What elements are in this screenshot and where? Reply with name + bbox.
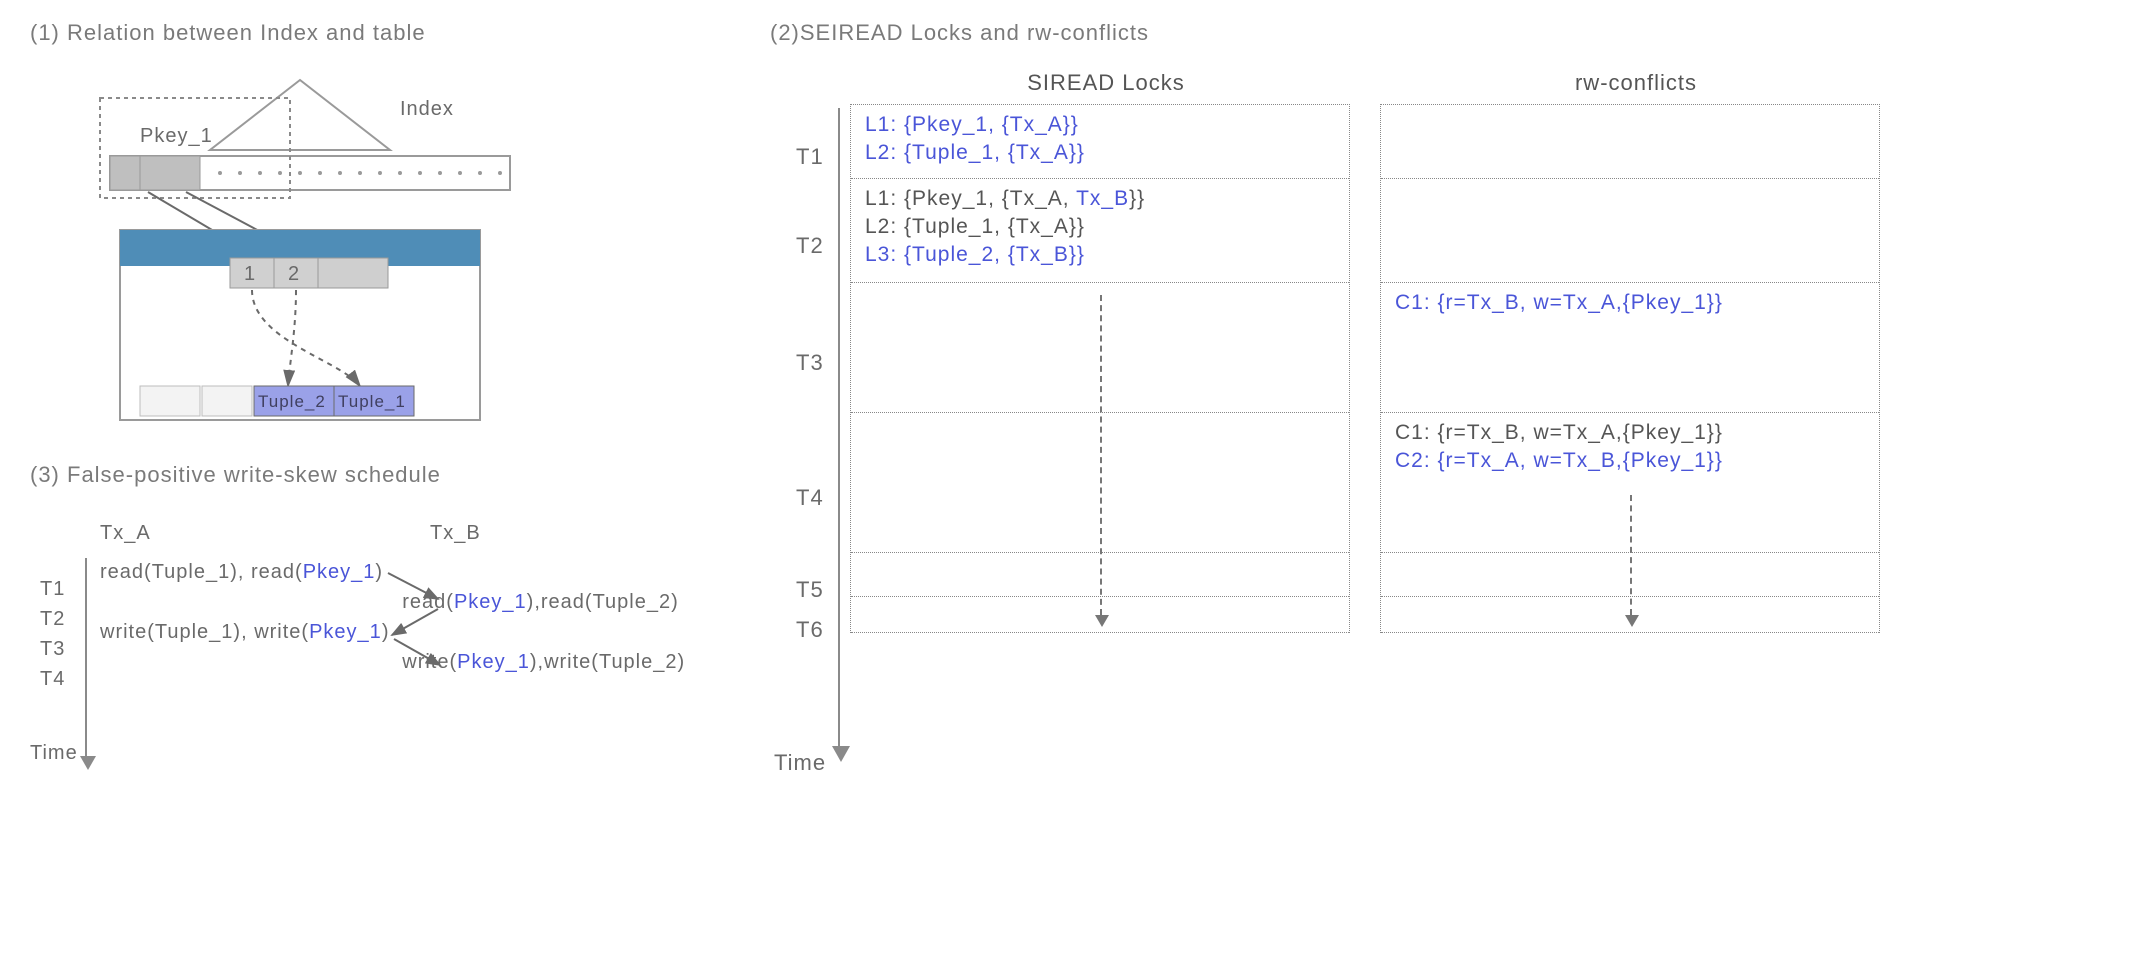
svg-text:2: 2: [288, 263, 300, 285]
svg-text:Tuple_1: Tuple_1: [338, 392, 406, 411]
svg-text:Tuple_2: Tuple_2: [258, 392, 326, 411]
pkey-label: Pkey_1: [140, 125, 213, 147]
col-siread: SIREAD Locks: [856, 70, 1356, 96]
siread-continuation-arrow: [1100, 295, 1102, 615]
siread-t1: L1: {Pkey_1, {Tx_A}} L2: {Tuple_1, {Tx_A…: [851, 105, 1349, 179]
col-txa: Tx_A: [100, 522, 430, 545]
panel3-title: (3) False-positive write-skew schedule: [30, 462, 730, 488]
t-labels-3: T1 T2 T3 T4: [40, 574, 65, 694]
rw-t1: [1381, 105, 1879, 179]
panel-schedule: (3) False-positive write-skew schedule T…: [30, 462, 730, 677]
col-rw: rw-conflicts: [1386, 70, 1886, 96]
col-txb: Tx_B: [430, 522, 730, 545]
rw-continuation-arrow: [1630, 495, 1632, 615]
siread-t2: L1: {Pkey_1, {Tx_A, Tx_B}} L2: {Tuple_1,…: [851, 179, 1349, 283]
rw-t2: [1381, 179, 1879, 283]
time-label-2: Time: [774, 750, 826, 776]
panel1-title: (1) Relation between Index and table: [30, 20, 730, 46]
t1-txa: read(Tuple_1), read(Pkey_1): [100, 557, 402, 587]
siread-column: L1: {Pkey_1, {Tx_A}} L2: {Tuple_1, {Tx_A…: [850, 104, 1350, 633]
panel2-title: (2)SEIREAD Locks and rw-conflicts: [770, 20, 2104, 46]
t3-txa: write(Tuple_1), write(Pkey_1): [100, 617, 402, 647]
crossing-arrows: [378, 559, 468, 679]
t-labels-2: T1 T2 T3 T4 T5 T6: [796, 120, 824, 648]
rw-column: C1: {r=Tx_B, w=Tx_A,{Pkey_1}} C1: {r=Tx_…: [1380, 104, 1880, 633]
index-table-diagram: Index Pkey_1: [30, 60, 590, 440]
time-label-3: Time: [30, 742, 78, 765]
rw-t3: C1: {r=Tx_B, w=Tx_A,{Pkey_1}}: [1381, 283, 1879, 413]
panel-locks-conflicts: (2)SEIREAD Locks and rw-conflicts SIREAD…: [770, 20, 2104, 677]
index-label: Index: [400, 98, 454, 120]
time-axis-2: [838, 108, 840, 748]
panel-index-table: (1) Relation between Index and table Ind…: [30, 20, 730, 440]
time-axis-3: [85, 558, 87, 758]
svg-text:1: 1: [244, 263, 256, 285]
